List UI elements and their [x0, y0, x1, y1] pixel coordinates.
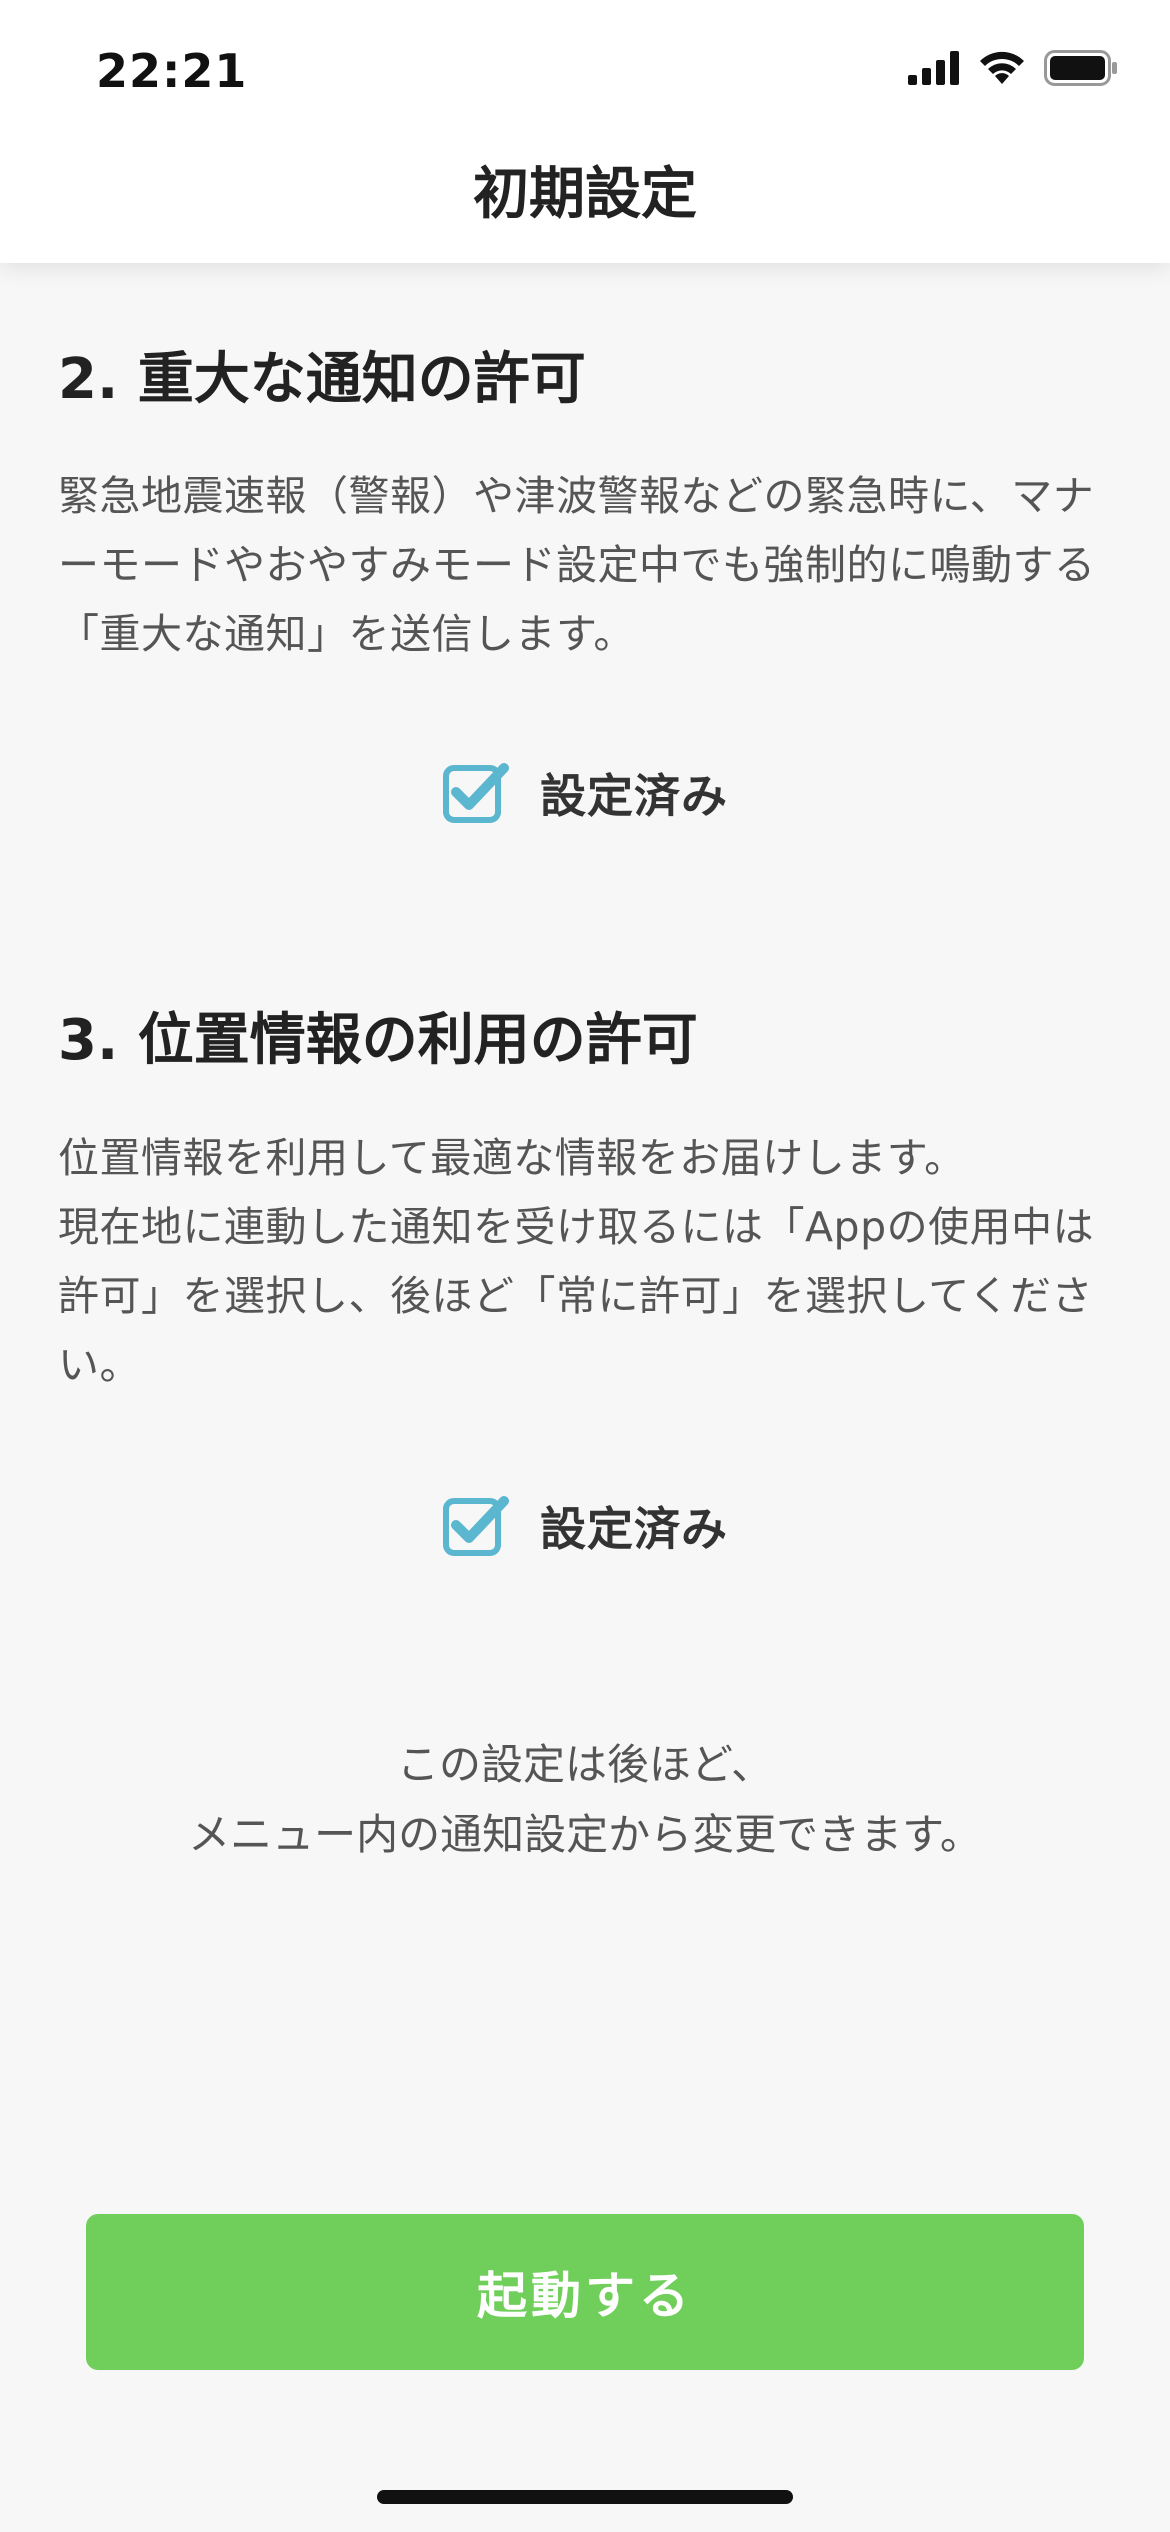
launch-button[interactable]: 起動する [86, 2214, 1084, 2370]
battery-icon [1044, 50, 1117, 86]
section-location-body-line: 位置情報を利用して最適な情報をお届けします。 [58, 1134, 966, 1182]
location-status-label: 設定済み [540, 1502, 728, 1556]
section-location-body-line: 現在地に連動した通知を受け取るには「Appの使用中は許可」を選択し、後ほど「常に… [58, 1203, 1095, 1389]
page-title: 初期設定 [473, 162, 697, 227]
section-location-title: 3. 位置情報の利用の許可 [58, 1008, 698, 1073]
status-time: 22:21 [96, 44, 248, 98]
critical-alerts-status-label: 設定済み [540, 769, 728, 823]
app-screen: 22:21 初期設定 2. 重大な通知の許可 緊急地震速報（警報）や津波警報など… [0, 0, 1170, 2532]
status-icons [908, 50, 1118, 86]
section-critical-alerts-title: 2. 重大な通知の許可 [58, 347, 586, 412]
critical-alerts-status: 設定済み [0, 760, 1170, 826]
settings-note: この設定は後ほど、 メニュー内の通知設定から変更できます。 [0, 1730, 1170, 1870]
header: 22:21 初期設定 [0, 0, 1170, 263]
home-indicator[interactable] [377, 2490, 793, 2504]
location-status: 設定済み [0, 1493, 1170, 1559]
checkbox-checked-icon [443, 763, 509, 823]
settings-note-line1: この設定は後ほど、 [397, 1740, 773, 1789]
wifi-icon [980, 51, 1024, 84]
section-critical-alerts-body: 緊急地震速報（警報）や津波警報などの緊急時に、マナーモードやおやすみモード設定中… [58, 472, 1096, 658]
signal-icon [908, 51, 959, 85]
settings-note-line2: メニュー内の通知設定から変更できます。 [188, 1810, 982, 1859]
checkbox-checked-icon [443, 1496, 509, 1556]
section-location-body: 位置情報を利用して最適な情報をお届けします。 現在地に連動した通知を受け取るには… [58, 1124, 1118, 1400]
